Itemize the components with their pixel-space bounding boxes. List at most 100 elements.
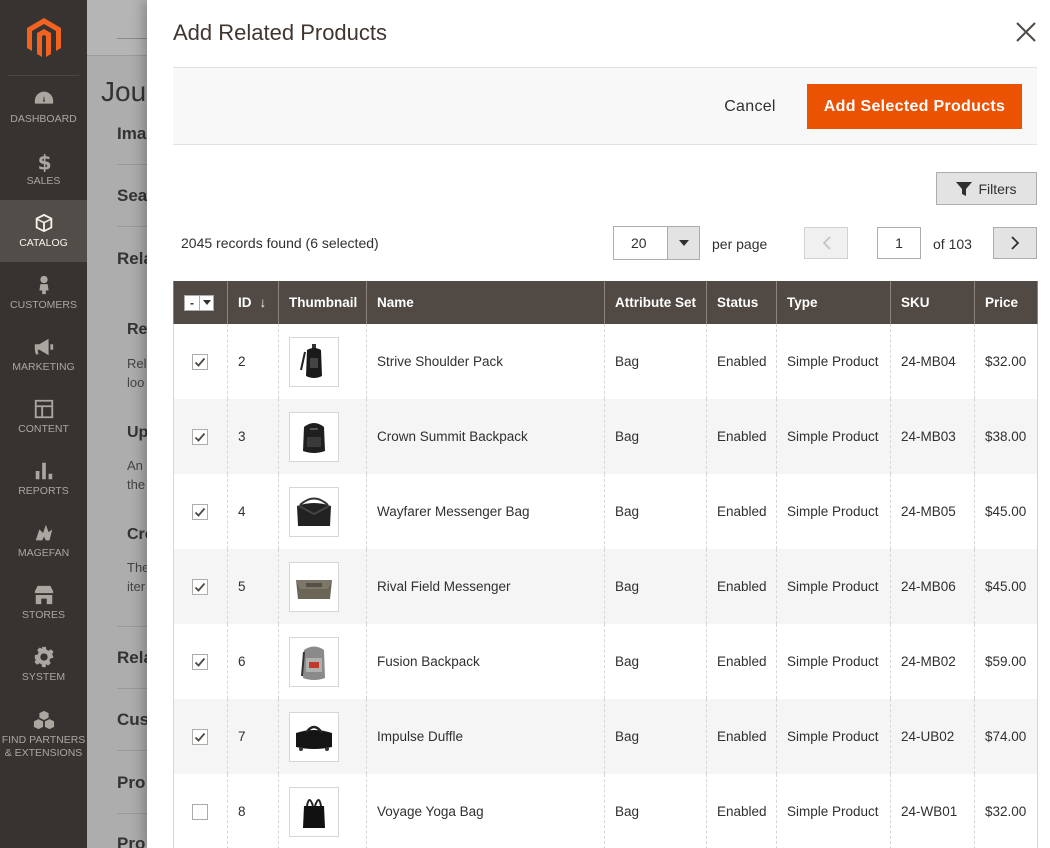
dollar-icon: $: [37, 150, 51, 172]
table-row[interactable]: 7 Impulse Duffle Bag Enabled Simple Prod…: [173, 699, 1038, 774]
table-row[interactable]: 6 Fusion Backpack Bag Enabled Simple Pro…: [173, 624, 1038, 699]
background-subheading: Up: [127, 424, 149, 441]
table-row[interactable]: 8 Voyage Yoga Bag Bag Enabled Simple Pro…: [173, 774, 1038, 848]
row-checkbox[interactable]: [192, 653, 208, 670]
per-page-value: 20: [631, 235, 647, 251]
cancel-button[interactable]: Cancel: [713, 84, 787, 129]
cell-thumbnail: [278, 324, 367, 399]
product-thumbnail[interactable]: [289, 486, 339, 537]
cell-status: Enabled: [706, 624, 777, 699]
background-text: An: [127, 458, 143, 473]
yoga-bag-image: [303, 798, 325, 828]
fusion-backpack-image: [301, 646, 325, 680]
cell-status: Enabled: [706, 474, 777, 549]
sidebar-item-sales[interactable]: $ SALES: [0, 138, 87, 200]
row-checkbox[interactable]: [192, 728, 208, 745]
column-header-sku[interactable]: SKU: [890, 281, 975, 324]
product-thumbnail[interactable]: [289, 711, 339, 762]
cell-thumbnail: [278, 774, 367, 848]
cell-thumbnail: [278, 699, 367, 774]
cell-name: Wayfarer Messenger Bag: [366, 474, 605, 549]
column-header-label: Price: [985, 295, 1019, 310]
sidebar-item-system[interactable]: SYSTEM: [0, 634, 87, 696]
cell-sku: 24-UB02: [890, 699, 975, 774]
total-pages-label: of 103: [933, 236, 972, 252]
mass-select-dropdown[interactable]: [199, 295, 213, 310]
check-icon: [194, 432, 206, 442]
sidebar-item-reports[interactable]: REPORTS: [0, 448, 87, 510]
column-header-status[interactable]: Status: [706, 281, 777, 324]
add-selected-products-button[interactable]: Add Selected Products: [807, 84, 1022, 129]
table-row[interactable]: 4 Wayfarer Messenger Bag Bag Enabled Sim…: [173, 474, 1038, 549]
row-checkbox[interactable]: [192, 803, 208, 820]
per-page-label: per page: [712, 236, 768, 252]
product-thumbnail[interactable]: [289, 786, 339, 837]
close-icon: [1016, 22, 1036, 42]
sidebar-item-magefan[interactable]: MAGEFAN: [0, 510, 87, 572]
sidebar-item-label: MAGEFAN: [17, 547, 70, 559]
table-row[interactable]: 3 Crown Summit Backpack Bag Enabled Simp…: [173, 399, 1038, 474]
column-header-price[interactable]: Price: [974, 281, 1038, 324]
column-header-id[interactable]: ID ↓: [227, 281, 279, 324]
column-header-attribute-set[interactable]: Attribute Set: [604, 281, 707, 324]
cell-name: Strive Shoulder Pack: [366, 324, 605, 399]
modal-action-bar: Cancel Add Selected Products: [173, 67, 1037, 145]
product-thumbnail[interactable]: [289, 636, 339, 687]
check-icon: [194, 657, 206, 667]
check-icon: [194, 582, 206, 592]
cell-price: $38.00: [974, 399, 1038, 474]
sidebar-item-customers[interactable]: CUSTOMERS: [0, 262, 87, 324]
sidebar-item-extensions[interactable]: FIND PARTNERS & EXTENSIONS: [0, 696, 87, 772]
table-row[interactable]: 5 Rival Field Messenger Bag Enabled Simp…: [173, 549, 1038, 624]
product-thumbnail[interactable]: [289, 411, 339, 462]
product-thumbnail[interactable]: [289, 561, 339, 612]
previous-page-button[interactable]: [804, 227, 848, 259]
filters-button[interactable]: Filters: [936, 172, 1037, 205]
cell-price: $32.00: [974, 324, 1038, 399]
row-checkbox[interactable]: [192, 353, 208, 370]
row-checkbox-cell: [173, 549, 228, 624]
products-grid: - ID ↓ Thumbnail Name Attribute Set Statu…: [173, 281, 1038, 848]
cell-type: Simple Product: [776, 324, 891, 399]
column-header-label: SKU: [901, 295, 930, 310]
column-header-type[interactable]: Type: [776, 281, 891, 324]
layout-icon: [34, 399, 53, 419]
sidebar-item-stores[interactable]: STORES: [0, 572, 87, 634]
row-checkbox[interactable]: [192, 578, 208, 595]
magento-logo[interactable]: [8, 0, 79, 76]
row-checkbox[interactable]: [192, 428, 208, 445]
next-page-button[interactable]: [993, 227, 1037, 259]
per-page-dropdown-button[interactable]: [667, 227, 699, 259]
cell-type: Simple Product: [776, 699, 891, 774]
person-icon: [38, 275, 49, 295]
background-section: Ima: [117, 124, 147, 143]
cell-id: 6: [227, 624, 279, 699]
table-row[interactable]: 2 Strive Shoulder Pack Bag Enabled Simpl…: [173, 324, 1038, 399]
sidebar-item-label: FIND PARTNERS & EXTENSIONS: [1, 733, 86, 759]
column-header-name[interactable]: Name: [366, 281, 605, 324]
cell-status: Enabled: [706, 699, 777, 774]
sidebar-item-content[interactable]: CONTENT: [0, 386, 87, 448]
admin-sidebar: DASHBOARD $ SALES CATALOG CUSTOMERS MARK…: [0, 0, 87, 848]
sidebar-item-marketing[interactable]: MARKETING: [0, 324, 87, 386]
bar-chart-icon: [35, 462, 52, 480]
current-page-input[interactable]: [877, 227, 921, 259]
sidebar-item-catalog[interactable]: CATALOG: [0, 200, 87, 262]
cell-sku: 24-MB03: [890, 399, 975, 474]
close-modal-button[interactable]: [1014, 20, 1038, 44]
cell-type: Simple Product: [776, 624, 891, 699]
product-thumbnail[interactable]: [289, 336, 339, 387]
magefan-icon: [35, 524, 52, 541]
column-header-label: ID: [238, 295, 252, 310]
cell-attribute-set: Bag: [604, 699, 707, 774]
cell-id: 2: [227, 324, 279, 399]
records-count: 2045 records found (6 selected): [181, 235, 379, 251]
mass-select-control[interactable]: -: [184, 294, 214, 311]
row-checkbox[interactable]: [192, 503, 208, 520]
sidebar-item-dashboard[interactable]: DASHBOARD: [0, 76, 87, 138]
cell-id: 7: [227, 699, 279, 774]
box-icon: [35, 213, 52, 233]
per-page-select[interactable]: 20: [613, 226, 700, 260]
background-section: Sea: [117, 186, 148, 205]
cell-attribute-set: Bag: [604, 624, 707, 699]
